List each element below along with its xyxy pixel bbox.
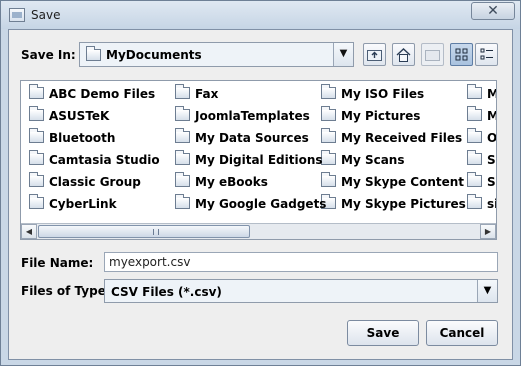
save-dialog: Save ✕ Save In: MyDocuments ▼ s S S O My… xyxy=(0,0,521,366)
home-button[interactable] xyxy=(392,43,415,66)
up-folder-icon xyxy=(367,50,382,61)
scrollbar-thumb[interactable] xyxy=(38,225,250,238)
folder-icon xyxy=(321,128,336,143)
file-name-label: File Name: xyxy=(21,256,94,270)
file-item-label: Classic Group xyxy=(49,175,141,189)
folder-icon xyxy=(29,194,44,209)
file-item-label: Camtasia Studio xyxy=(49,153,160,167)
file-item-label: Bluetooth xyxy=(49,131,116,145)
folder-icon xyxy=(467,172,482,187)
folder-icon xyxy=(175,128,190,143)
folder-icon xyxy=(175,172,190,187)
file-item-label: Fax xyxy=(195,87,219,101)
folder-icon xyxy=(321,150,336,165)
close-icon: ✕ xyxy=(487,3,499,19)
home-icon xyxy=(396,48,411,62)
folder-icon xyxy=(175,194,190,209)
save-button[interactable]: Save xyxy=(347,320,419,346)
folder-icon xyxy=(29,150,44,165)
folder-icon xyxy=(467,106,482,121)
folder-icon xyxy=(29,172,44,187)
scroll-left-icon[interactable]: ◀ xyxy=(21,224,37,239)
file-item-label: My Data Sources xyxy=(195,131,309,145)
folder-icon xyxy=(321,106,336,121)
new-folder-icon xyxy=(425,50,440,61)
file-item-label: SD xyxy=(487,175,496,189)
folder-icon xyxy=(321,172,336,187)
file-item-label: sig xyxy=(487,197,496,211)
file-item-label: My xyxy=(487,87,496,101)
details-view-button[interactable] xyxy=(475,43,498,66)
save-in-value: MyDocuments xyxy=(106,48,202,62)
file-item-label: ABC Demo Files xyxy=(49,87,156,101)
folder-icon xyxy=(175,84,190,99)
folder-icon xyxy=(467,128,482,143)
file-item-label: CyberLink xyxy=(49,197,117,211)
close-button[interactable]: ✕ xyxy=(471,2,515,20)
horizontal-scrollbar[interactable]: ◀ ▶ xyxy=(21,223,496,239)
file-name-input[interactable]: myexport.csv xyxy=(104,252,498,272)
save-in-label: Save In: xyxy=(21,48,76,62)
folder-icon xyxy=(175,106,190,121)
dialog-body: Save In: MyDocuments ▼ s S S O My Skype … xyxy=(8,29,513,360)
chevron-down-icon[interactable]: ▼ xyxy=(477,280,497,302)
grip-icon xyxy=(153,229,159,235)
file-item-label: My xyxy=(487,109,496,123)
new-folder-button[interactable] xyxy=(421,43,444,66)
details-view-icon xyxy=(480,48,493,60)
file-item-label: My Received Files xyxy=(341,131,463,145)
file-item-label: JoomlaTemplates xyxy=(195,109,310,123)
folder-icon xyxy=(467,194,482,209)
file-type-label: Files of Type: xyxy=(21,284,111,298)
file-item-label: My Google Gadgets xyxy=(195,197,327,211)
file-item-label: My eBooks xyxy=(195,175,268,189)
folder-icon xyxy=(321,84,336,99)
window-title: Save xyxy=(31,8,61,22)
folder-icon xyxy=(467,150,482,165)
save-in-combo[interactable]: MyDocuments ▼ xyxy=(79,42,354,67)
file-item-label: My Digital Editions xyxy=(195,153,323,167)
list-view-button[interactable] xyxy=(450,43,473,66)
file-item-label: Op xyxy=(487,131,497,145)
folder-icon xyxy=(29,84,44,99)
file-item-label: ASUSTeK xyxy=(49,109,110,123)
title-bar[interactable]: Save ✕ xyxy=(1,1,520,29)
file-item-label: Sc xyxy=(487,153,496,167)
folder-icon xyxy=(29,106,44,121)
up-folder-button[interactable] xyxy=(363,43,386,66)
file-type-combo[interactable]: CSV Files (*.csv) ▼ xyxy=(104,279,498,303)
file-item-label: My Skype Content xyxy=(341,175,465,189)
folder-icon xyxy=(175,150,190,165)
folder-icon xyxy=(29,128,44,143)
scroll-right-icon[interactable]: ▶ xyxy=(480,224,496,239)
file-type-value: CSV Files (*.csv) xyxy=(111,285,222,299)
file-item-label: My ISO Files xyxy=(341,87,425,101)
list-view-icon xyxy=(455,48,467,61)
file-item-label: My Skype Pictures xyxy=(341,197,466,211)
cancel-button[interactable]: Cancel xyxy=(426,320,498,346)
file-item-label: My Scans xyxy=(341,153,405,167)
folder-icon xyxy=(467,84,482,99)
file-item-label: My Pictures xyxy=(341,109,421,123)
file-list[interactable]: sig SD Sc Op My My My Skype Pictures My Skype C… xyxy=(20,80,497,240)
folder-icon xyxy=(86,46,101,61)
chevron-down-icon[interactable]: ▼ xyxy=(333,43,353,66)
app-window-icon xyxy=(9,8,25,22)
